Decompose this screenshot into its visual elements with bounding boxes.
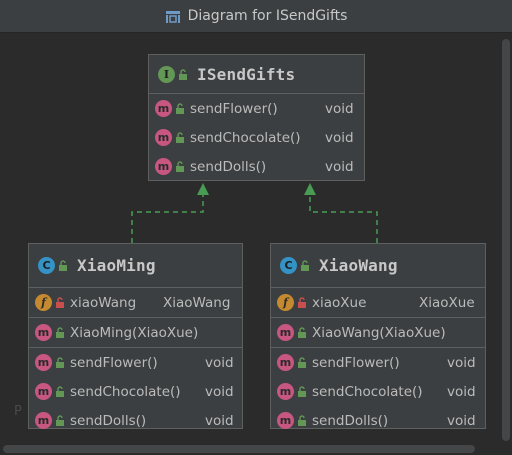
method-name: sendDolls() [190, 158, 267, 175]
interface-node-isendgifts[interactable]: I ISendGifts m sendFlower() void m sendC… [148, 54, 365, 181]
public-lock-icon [55, 386, 65, 397]
public-lock-icon [55, 415, 65, 426]
node-name: ISendGifts [197, 64, 296, 84]
method-name: sendFlower() [70, 354, 158, 371]
method-icon: m [277, 324, 294, 341]
interface-icon: I [158, 65, 175, 83]
constructors-section: m XiaoWang(XiaoXue) [271, 318, 485, 348]
method-name: sendDolls() [70, 412, 147, 429]
field-row[interactable]: f xiaoWang XiaoWang [29, 288, 242, 317]
return-type: void [325, 158, 354, 175]
public-lock-icon [297, 327, 307, 338]
field-icon: f [277, 294, 294, 311]
method-row[interactable]: m sendFlower() void [29, 348, 242, 377]
method-name: sendFlower() [312, 354, 400, 371]
constructor-name: XiaoMing(XiaoXue) [70, 324, 199, 341]
method-row[interactable]: m sendChocolate() void [149, 123, 364, 152]
constructor-name: XiaoWang(XiaoXue) [312, 324, 446, 341]
fields-section: f xiaoXue XiaoXue [271, 288, 485, 318]
return-type: void [447, 412, 476, 429]
window-titlebar: Diagram for ISendGifts [0, 0, 512, 33]
method-icon: m [35, 324, 52, 341]
diagram-icon [165, 9, 181, 23]
method-name: sendChocolate() [70, 383, 181, 400]
field-type: XiaoXue [419, 294, 475, 311]
method-icon: m [35, 412, 52, 429]
method-row[interactable]: m sendDolls() void [149, 152, 364, 181]
method-icon: m [277, 383, 294, 400]
return-type: void [205, 412, 234, 429]
public-lock-icon [175, 132, 185, 143]
public-lock-icon [58, 260, 68, 271]
public-lock-icon [297, 357, 307, 368]
method-icon: m [35, 383, 52, 400]
return-type: void [447, 383, 476, 400]
node-header: I ISendGifts [149, 55, 364, 94]
method-name: sendFlower() [190, 100, 278, 117]
methods-section: m sendFlower() void m sendChocolate() vo… [271, 348, 485, 435]
field-name: xiaoWang [70, 294, 137, 311]
scrollbar-corner [500, 443, 512, 455]
method-name: sendDolls() [312, 412, 389, 429]
public-lock-icon [175, 103, 185, 114]
vertical-scrollbar-thumb[interactable] [502, 39, 510, 441]
node-name: XiaoMing [77, 256, 156, 275]
method-icon: m [155, 100, 172, 117]
method-icon: m [35, 354, 52, 371]
vertical-scrollbar[interactable] [500, 33, 512, 443]
public-lock-icon [55, 357, 65, 368]
watermark-text: P [14, 404, 22, 419]
node-name: XiaoWang [319, 256, 398, 275]
window-title: Diagram for ISendGifts [187, 8, 348, 24]
method-icon: m [155, 158, 172, 175]
method-row[interactable]: m sendDolls() void [29, 406, 242, 435]
constructor-row[interactable]: m XiaoWang(XiaoXue) [271, 318, 485, 347]
node-header: C XiaoWang [271, 244, 485, 288]
constructors-section: m XiaoMing(XiaoXue) [29, 318, 242, 348]
public-lock-icon [175, 161, 185, 172]
method-icon: m [277, 354, 294, 371]
method-row[interactable]: m sendFlower() void [271, 348, 485, 377]
public-lock-icon [297, 386, 307, 397]
class-icon: C [280, 257, 297, 274]
field-name: xiaoXue [312, 294, 367, 311]
method-icon: m [277, 412, 294, 429]
method-icon: m [155, 129, 172, 146]
private-lock-icon [55, 297, 65, 308]
method-row[interactable]: m sendDolls() void [271, 406, 485, 435]
return-type: void [447, 354, 476, 371]
return-type: void [205, 354, 234, 371]
public-lock-icon [300, 260, 310, 271]
public-lock-icon [297, 415, 307, 426]
class-node-xiaoming[interactable]: C XiaoMing f xiaoWang XiaoWang m XiaoMin… [28, 243, 243, 429]
public-lock-icon [55, 327, 65, 338]
methods-section: m sendFlower() void m sendChocolate() vo… [149, 94, 364, 181]
class-icon: C [38, 257, 55, 274]
field-row[interactable]: f xiaoXue XiaoXue [271, 288, 485, 317]
return-type: void [205, 383, 234, 400]
return-type: void [325, 100, 354, 117]
node-header: C XiaoMing [29, 244, 242, 288]
method-row[interactable]: m sendChocolate() void [29, 377, 242, 406]
class-node-xiaowang[interactable]: C XiaoWang f xiaoXue XiaoXue m XiaoWang(… [270, 243, 486, 429]
method-name: sendChocolate() [190, 129, 301, 146]
method-name: sendChocolate() [312, 383, 423, 400]
field-icon: f [35, 294, 52, 311]
public-lock-icon [178, 68, 188, 80]
field-type: XiaoWang [163, 294, 231, 311]
fields-section: f xiaoWang XiaoWang [29, 288, 242, 318]
private-lock-icon [297, 297, 307, 308]
horizontal-scrollbar-thumb[interactable] [3, 445, 475, 453]
return-type: void [325, 129, 354, 146]
method-row[interactable]: m sendFlower() void [149, 94, 364, 123]
methods-section: m sendFlower() void m sendChocolate() vo… [29, 348, 242, 435]
constructor-row[interactable]: m XiaoMing(XiaoXue) [29, 318, 242, 347]
method-row[interactable]: m sendChocolate() void [271, 377, 485, 406]
horizontal-scrollbar[interactable] [0, 443, 500, 455]
